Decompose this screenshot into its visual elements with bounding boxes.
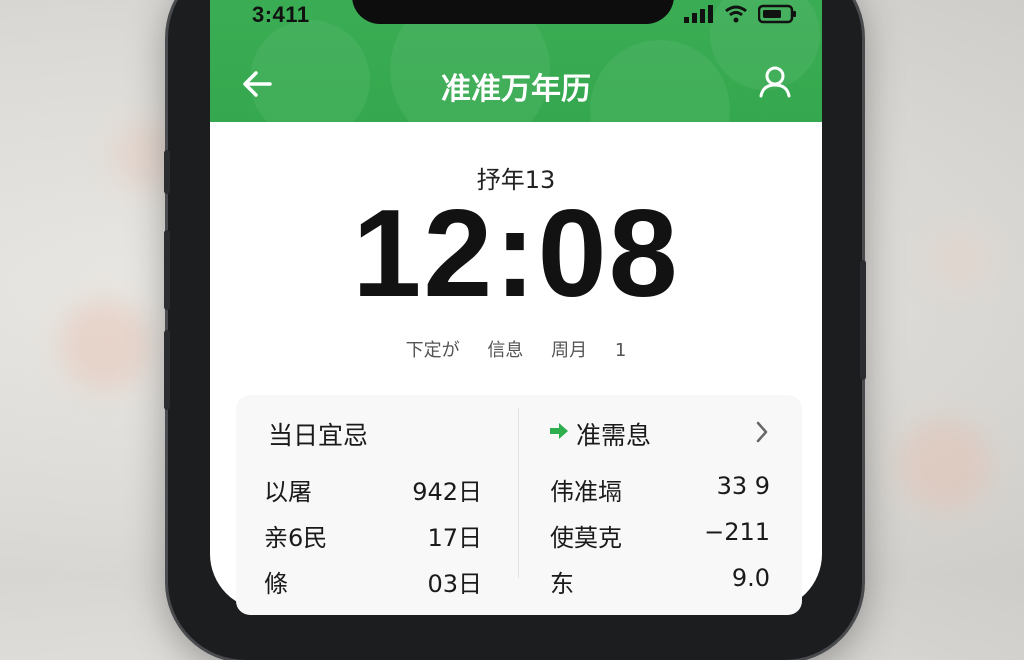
clock-time: 12:08	[352, 185, 680, 323]
power-button	[860, 260, 866, 380]
app-title: 准准万年历	[441, 72, 591, 107]
left-row-label: 條	[264, 570, 288, 598]
chevron-right-icon	[756, 421, 768, 443]
right-card-title: 准需息	[576, 421, 652, 450]
status-time: 3:411	[252, 2, 310, 27]
info-item: 周月	[551, 340, 588, 361]
right-row-value: −211	[704, 518, 770, 546]
info-item: 1	[614, 340, 627, 361]
info-row: 下定が 信息 周月 1	[210, 336, 822, 362]
user-profile-icon	[759, 66, 791, 98]
right-card-header[interactable]: 准需息	[548, 412, 778, 452]
status-icons	[684, 4, 798, 24]
volume-up-button	[164, 230, 170, 310]
left-row-value: 942日	[412, 478, 482, 506]
battery-icon	[758, 4, 796, 24]
right-row-label: 伟准塥	[550, 478, 622, 506]
phone-notch	[352, 0, 674, 24]
signal-bars-icon	[684, 5, 713, 23]
left-card-title: 当日宜忌	[268, 421, 369, 450]
right-row-label: 使莫克	[550, 524, 622, 552]
card-divider	[518, 408, 519, 578]
left-row-label: 亲6民	[264, 524, 328, 552]
right-row-value: 9.0	[731, 564, 770, 592]
arrow-right-icon	[550, 423, 568, 439]
left-row-value: 03日	[427, 570, 482, 598]
right-row-value: 33 9	[716, 472, 770, 500]
wifi-icon	[725, 5, 747, 23]
left-row-label: 以屠	[264, 478, 312, 506]
mute-switch	[164, 150, 170, 194]
right-row-label: 东	[550, 570, 574, 598]
info-item: 下定が	[405, 340, 460, 361]
info-item: 信息	[487, 340, 524, 361]
volume-down-button	[164, 330, 170, 410]
left-row-value: 17日	[427, 524, 482, 552]
user-profile-button[interactable]	[757, 64, 793, 100]
